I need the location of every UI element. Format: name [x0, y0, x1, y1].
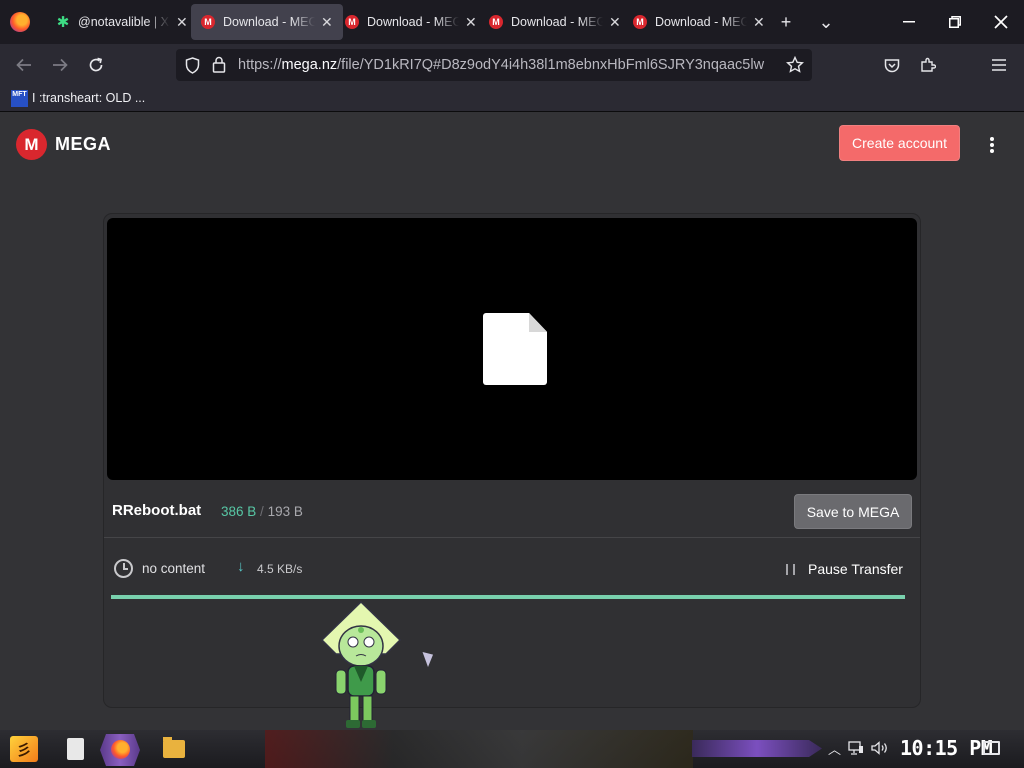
tab-mega-download-4[interactable]: M Download - MEGA ✕ [623, 4, 775, 40]
generic-file-icon [483, 313, 547, 385]
hamburger-icon [992, 59, 1006, 71]
tab-label: Download - MEGA [367, 15, 459, 29]
desktop-character-sprite [320, 600, 402, 728]
file-name: RReboot.bat [112, 502, 202, 519]
chevron-up-icon[interactable]: ︿ [828, 739, 841, 758]
mega-page: M MEGA Create account RReboot.bat 386 B … [0, 113, 1024, 730]
clock-icon [114, 559, 133, 578]
bookmarks-toolbar: MFT I :transheart: OLD ... [0, 86, 1024, 112]
save-to-mega-button[interactable]: Save to MEGA [794, 494, 912, 529]
forward-button[interactable] [47, 52, 73, 78]
tab-mega-download-2[interactable]: M Download - MEGA ✕ [335, 4, 487, 40]
bookmark-item[interactable]: I :transheart: OLD ... [32, 91, 145, 105]
arrow-down-icon: ↓ [237, 558, 245, 575]
tab-strip: ✱ @notavalible | X ✕ M Download - MEGA ✕… [0, 0, 1024, 44]
mega-logo-wordmark: MEGA [55, 134, 111, 154]
arrow-left-icon [16, 58, 31, 72]
url-path: /file/YD1kRI7Q#D8z9odY4i4h38l1m8ebnxHbFm… [337, 57, 765, 73]
more-options-button[interactable] [982, 133, 1002, 157]
close-tab-icon[interactable]: ✕ [753, 14, 765, 31]
menu-button[interactable] [986, 52, 1012, 78]
create-account-button[interactable]: Create account [839, 125, 960, 161]
mega-icon: M [489, 15, 503, 29]
firefox-taskbar-icon[interactable] [100, 734, 140, 766]
close-window-button[interactable] [987, 8, 1015, 36]
mega-logo-mark: M [16, 129, 47, 160]
url-domain: mega.nz [281, 57, 338, 73]
notifications-icon[interactable] [983, 741, 1000, 755]
pocket-icon [884, 58, 900, 72]
transfer-speed: 4.5 KB/s [257, 562, 303, 576]
mega-logo[interactable]: M MEGA [16, 129, 111, 160]
mega-icon: M [345, 15, 359, 29]
taskbar-window-preview[interactable] [265, 730, 693, 768]
taskbar-decoration [692, 740, 822, 757]
reload-button[interactable] [83, 52, 109, 78]
tab-label: Download - MEGA [655, 15, 747, 29]
tab-mega-download-3[interactable]: M Download - MEGA ✕ [479, 4, 631, 40]
system-clock[interactable]: 10:15 PM [900, 736, 993, 760]
arrow-right-icon [53, 58, 68, 72]
start-button[interactable]: 彡 [10, 736, 38, 762]
extensions-button[interactable] [915, 52, 941, 78]
dot-icon [990, 143, 994, 147]
tab-label: Download - MEGA [511, 15, 603, 29]
close-tab-icon[interactable]: ✕ [609, 14, 621, 31]
download-card: RReboot.bat 386 B / 193 B Save to MEGA n… [104, 214, 920, 707]
navigation-toolbar: https://mega.nz/file/YD1kRI7Q#D8z9odY4i4… [0, 44, 1024, 86]
folder-icon[interactable] [163, 737, 185, 758]
new-tab-button[interactable]: + [774, 10, 798, 34]
tab-label: Download - MEGA [223, 15, 315, 29]
tab-label: @notavalible | X [78, 15, 169, 29]
size-downloaded: 386 B [221, 504, 257, 519]
file-icon[interactable] [67, 738, 84, 760]
progress-fill [111, 595, 905, 599]
file-preview [107, 218, 917, 480]
divider [104, 537, 920, 538]
url-bar[interactable]: https://mega.nz/file/YD1kRI7Q#D8z9odY4i4… [176, 49, 812, 81]
network-icon[interactable] [848, 741, 864, 755]
shield-icon[interactable] [185, 57, 200, 74]
pocket-button[interactable] [879, 52, 905, 78]
time-remaining-status: no content [142, 561, 206, 576]
dot-icon [990, 137, 994, 141]
restore-button[interactable] [941, 8, 969, 36]
tab-mega-download-1[interactable]: M Download - MEGA ✕ [191, 4, 343, 40]
lock-icon[interactable] [212, 56, 226, 73]
close-tab-icon[interactable]: ✕ [465, 14, 477, 31]
restore-icon [949, 16, 961, 28]
minimize-button[interactable] [895, 8, 923, 36]
list-all-tabs-button[interactable]: ⌄ [814, 10, 838, 34]
back-button[interactable] [11, 52, 37, 78]
pause-icon[interactable] [786, 564, 795, 575]
download-progress-bar [111, 595, 905, 599]
mega-icon: M [201, 15, 215, 29]
size-total: 193 B [267, 504, 303, 519]
reload-icon [89, 57, 103, 72]
puzzle-icon [921, 57, 936, 72]
size-separator: / [260, 504, 264, 519]
file-size: 386 B / 193 B [221, 504, 303, 519]
tab-notavalible[interactable]: ✱ @notavalible | X ✕ [46, 4, 198, 40]
minimize-icon [903, 21, 915, 23]
taskbar: 彡 ︿ 10:15 PM [0, 730, 1024, 768]
close-tab-icon[interactable]: ✕ [176, 14, 188, 31]
url-text[interactable]: https://mega.nz/file/YD1kRI7Q#D8z9odY4i4… [238, 57, 778, 73]
green-star-icon: ✱ [56, 14, 70, 31]
bookmark-favicon: MFT [11, 90, 28, 107]
dot-icon [990, 149, 994, 153]
pause-transfer-button[interactable]: Pause Transfer [808, 561, 903, 577]
speaker-icon[interactable] [871, 741, 889, 755]
url-prefix: https:// [238, 57, 282, 73]
firefox-view-icon[interactable] [10, 12, 30, 32]
star-icon[interactable] [786, 56, 804, 74]
close-tab-icon[interactable]: ✕ [321, 14, 333, 31]
close-icon [994, 15, 1008, 29]
mega-icon: M [633, 15, 647, 29]
